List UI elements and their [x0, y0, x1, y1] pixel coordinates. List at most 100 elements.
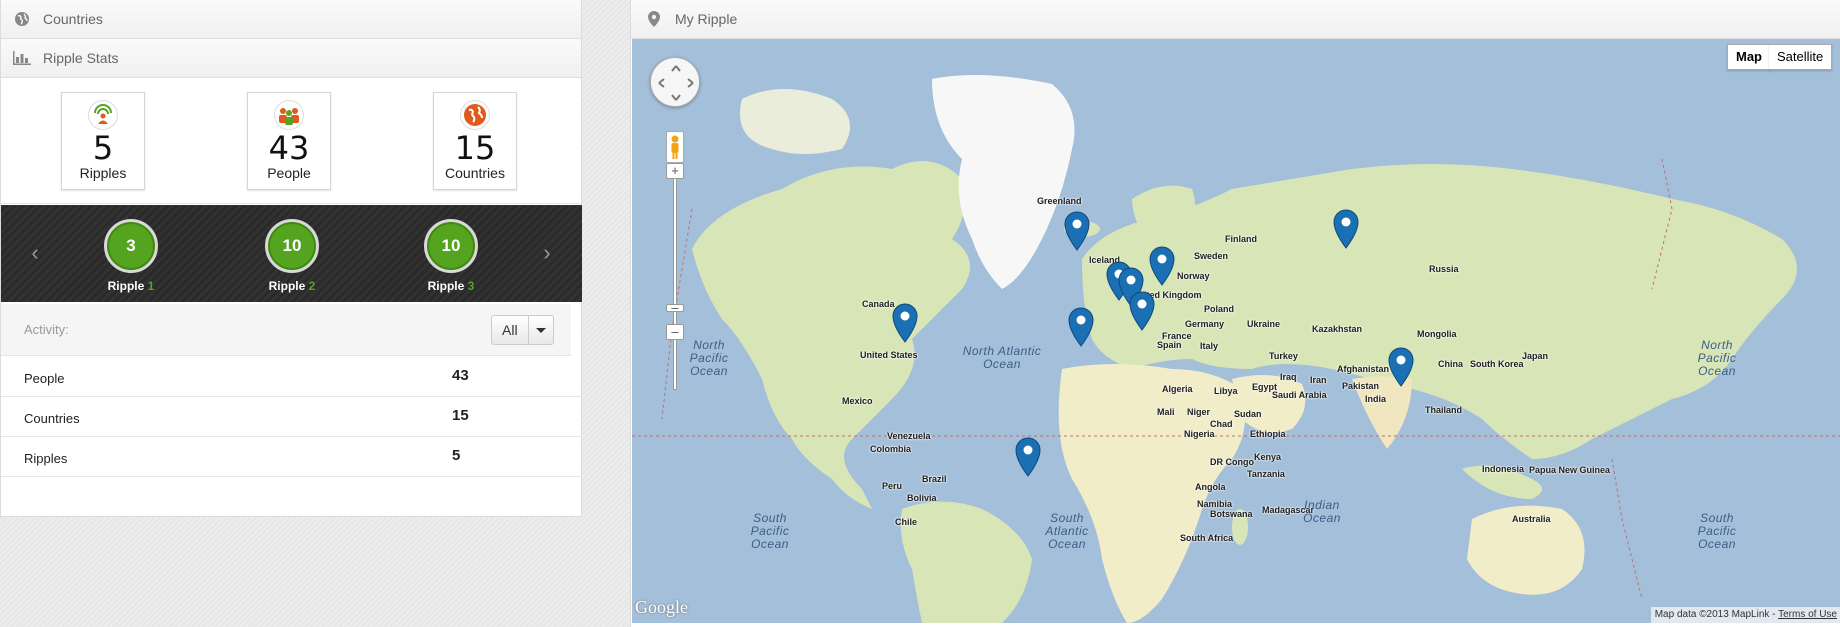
map-pin-icon: [645, 10, 663, 28]
ripple-item-2[interactable]: 10 Ripple 2: [252, 219, 332, 293]
map-label: South Korea: [1470, 359, 1524, 369]
ocean-label: Indian Ocean: [1303, 498, 1341, 525]
map-label: Ethiopia: [1250, 429, 1286, 439]
map-type-satellite-button[interactable]: Satellite: [1769, 44, 1833, 70]
attribution-text: Map data ©2013 MapLink -: [1654, 609, 1779, 620]
ripples-count: 5: [92, 129, 114, 167]
ripple-item-1[interactable]: 3 Ripple 1: [91, 219, 171, 293]
world-map[interactable]: Greenland Iceland Finland Sweden Norway …: [632, 39, 1840, 623]
zoom-in-button[interactable]: +: [666, 163, 684, 179]
ripple-3-count: 10: [424, 219, 478, 273]
map-label: Libya: [1214, 386, 1238, 396]
ripple-carousel: ‹ 3 Ripple 1 10 Ripple 2 10 Ripple 3 ›: [1, 205, 582, 302]
map-label: Papua New Guinea: [1529, 465, 1611, 475]
my-ripple-header[interactable]: My Ripple: [631, 0, 1840, 39]
map-label: Kenya: [1254, 452, 1282, 462]
map-label: Algeria: [1162, 384, 1193, 394]
zoom-slider[interactable]: [673, 172, 677, 390]
ocean-label: South Atlantic Ocean: [1045, 511, 1089, 551]
map-label: Indonesia: [1482, 464, 1525, 474]
map-label: India: [1365, 394, 1387, 404]
map-label: Saudi Arabia: [1272, 390, 1327, 400]
map-label: Thailand: [1425, 405, 1463, 415]
map-label: Botswana: [1210, 509, 1253, 519]
ripple-2-count: 10: [265, 219, 319, 273]
map-label: Finland: [1225, 234, 1257, 244]
map-label: Brazil: [922, 474, 947, 484]
zoom-out-button[interactable]: –: [666, 324, 684, 340]
map-label: Angola: [1195, 482, 1226, 492]
map-marker-icon[interactable]: [1129, 291, 1155, 331]
activity-filter-value[interactable]: All: [492, 316, 529, 344]
map-label: Greenland: [1037, 196, 1082, 206]
map-marker-icon[interactable]: [1333, 209, 1359, 249]
globe-icon: [13, 10, 31, 28]
map-label: Canada: [862, 299, 895, 309]
map-marker-icon[interactable]: [1015, 437, 1041, 477]
map-label: Chad: [1210, 419, 1233, 429]
chevron-down-icon[interactable]: [529, 316, 553, 344]
pegman-icon[interactable]: [666, 131, 684, 163]
ripple-2-label: Ripple 2: [268, 279, 316, 293]
zoom-slider-handle[interactable]: –: [666, 301, 684, 314]
map-label: Italy: [1200, 341, 1219, 351]
map-label: Venezuela: [887, 431, 931, 441]
map-land: [632, 75, 1840, 623]
activity-label: Activity:: [24, 322, 69, 337]
map-marker-icon[interactable]: [1068, 307, 1094, 347]
pan-arrows-icon[interactable]: [651, 58, 701, 108]
ripple-1-count: 3: [104, 219, 158, 273]
ripples-label: Ripples: [79, 165, 127, 181]
globe-orange-icon: [460, 100, 490, 130]
countries-header[interactable]: Countries: [1, 0, 581, 39]
stat-card-countries[interactable]: 15 Countries: [433, 92, 517, 190]
ripple-item-3[interactable]: 10 Ripple 3: [411, 219, 491, 293]
map-label: Mali: [1157, 407, 1175, 417]
terms-link[interactable]: Terms of Use: [1778, 609, 1837, 620]
map-label: Nigeria: [1184, 429, 1215, 439]
map-label: Pakistan: [1342, 381, 1380, 391]
row-value: 43: [452, 367, 469, 384]
activity-filter-dropdown[interactable]: All: [491, 315, 554, 345]
ocean-label: North Pacific Ocean: [689, 338, 729, 378]
ripple-1-label: Ripple 1: [107, 279, 155, 293]
map-label: Mongolia: [1417, 329, 1457, 339]
ripple-icon: [88, 100, 118, 130]
my-ripple-title: My Ripple: [675, 11, 738, 27]
ripple-3-label: Ripple 3: [427, 279, 475, 293]
map-marker-icon[interactable]: [892, 303, 918, 343]
map-label: Japan: [1522, 351, 1549, 361]
map-attribution: Map data ©2013 MapLink - Terms of Use: [1650, 607, 1840, 623]
map-label: DR Congo: [1210, 457, 1254, 467]
pan-control[interactable]: [650, 57, 700, 107]
ripple-stats-title: Ripple Stats: [43, 50, 119, 66]
map-type-map-button[interactable]: Map: [1727, 44, 1771, 70]
map-label: South Africa: [1180, 533, 1234, 543]
map-label: Mexico: [842, 396, 873, 406]
map-label: Turkey: [1269, 351, 1298, 361]
map-label: Australia: [1512, 514, 1551, 524]
google-logo: Google: [635, 597, 688, 617]
chevron-right-icon[interactable]: ›: [537, 242, 557, 264]
map-label: United States: [860, 350, 918, 360]
map-label: China: [1438, 359, 1464, 369]
table-row: People 43: [1, 357, 582, 397]
ocean-label: North Atlantic Ocean: [962, 344, 1042, 371]
map-label: Colombia: [870, 444, 912, 454]
map-label: Iraq: [1280, 372, 1297, 382]
stat-card-ripples[interactable]: 5 Ripples: [61, 92, 145, 190]
map-label: Kazakhstan: [1312, 324, 1363, 334]
map-marker-icon[interactable]: [1149, 246, 1175, 286]
map-marker-icon[interactable]: [1064, 211, 1090, 251]
ripple-stats-header[interactable]: Ripple Stats: [1, 39, 581, 78]
people-icon: [274, 100, 304, 130]
map-label: Namibia: [1197, 499, 1233, 509]
map-label: Ukraine: [1247, 319, 1281, 329]
people-count: 43: [268, 129, 310, 167]
map-label: Sweden: [1194, 251, 1229, 261]
map-marker-icon[interactable]: [1388, 347, 1414, 387]
stat-card-people[interactable]: 43 People: [247, 92, 331, 190]
chevron-left-icon[interactable]: ‹: [25, 242, 45, 264]
row-key: Countries: [24, 411, 80, 426]
map-label: Iran: [1310, 375, 1327, 385]
